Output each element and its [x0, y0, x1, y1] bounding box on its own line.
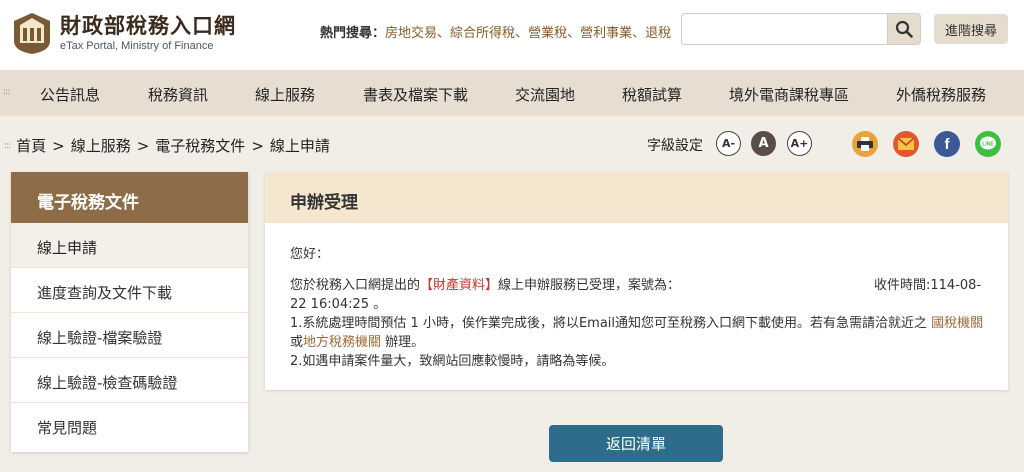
- received-time-continued: 22 16:04:25 。: [290, 297, 387, 312]
- print-button[interactable]: [852, 131, 878, 157]
- application-panel: 申辦受理 您好： 您於稅務入口網提出的【財產資料】線上申辦服務已受理，案號為： …: [265, 172, 1008, 390]
- breadcrumb-home[interactable]: 首頁: [16, 135, 46, 156]
- hot-link-refund[interactable]: 退稅: [645, 22, 671, 41]
- property-data-highlight: 【財產資料】: [420, 278, 499, 293]
- font-size-medium-button[interactable]: A: [751, 131, 776, 156]
- processing-note: 1.系統處理時間預估 1 小時，俟作業完成後，將以Email通知您可至稅務入口網…: [290, 316, 984, 331]
- hot-link-business-tax[interactable]: 營業稅: [528, 22, 567, 41]
- hot-search-label: 熱門搜尋：: [320, 26, 386, 41]
- breadcrumb-bar: ::: 首頁 > 線上服務 > 電子稅務文件 > 線上申請 字級設定 A- A …: [0, 116, 1024, 172]
- hot-search: 熱門搜尋： 房地交易 、 綜合所得稅 、 營業稅 、 營利事業 、 退稅: [320, 22, 671, 41]
- panel-body: 您好： 您於稅務入口網提出的【財產資料】線上申辦服務已受理，案號為： 收件時間:…: [265, 223, 1008, 371]
- font-size-label: 字級設定: [647, 138, 703, 154]
- advanced-search-button[interactable]: 進階搜尋: [934, 14, 1008, 44]
- font-size-small-button[interactable]: A-: [716, 131, 741, 156]
- sidebar-item-faq[interactable]: 常見問題: [11, 403, 248, 448]
- nav-item-forum[interactable]: 交流園地: [515, 84, 575, 105]
- back-to-list-button[interactable]: 返回清單: [549, 425, 723, 462]
- breadcrumb-e-documents[interactable]: 電子稅務文件: [155, 135, 245, 156]
- received-time: 收件時間:114-08-: [874, 278, 982, 293]
- panel-title: 申辦受理: [265, 172, 1008, 223]
- local-tax-office-link[interactable]: 地方稅務機關: [303, 335, 381, 350]
- nav-item-tax-info[interactable]: 稅務資訊: [148, 84, 208, 105]
- email-icon: [898, 138, 914, 150]
- hot-link-real-estate[interactable]: 房地交易: [385, 22, 437, 41]
- logo-subtitle: eTax Portal, Ministry of Finance: [60, 40, 214, 52]
- nav-item-online-services[interactable]: 線上服務: [255, 84, 315, 105]
- line-share-button[interactable]: LINE: [975, 131, 1001, 157]
- hot-link-profit-enterprise[interactable]: 營利事業: [580, 22, 632, 41]
- wait-note: 2.如遇申請案件量大，致網站回應較慢時，請略為等候。: [290, 354, 615, 369]
- facebook-icon: f: [944, 135, 950, 153]
- national-tax-office-link[interactable]: 國稅機關: [931, 316, 983, 331]
- logo-title: 財政部稅務入口網: [60, 13, 236, 38]
- sidebar-item-online-apply[interactable]: 線上申請: [11, 223, 248, 268]
- search-button[interactable]: [887, 13, 921, 45]
- main-nav: ::: 公告訊息 稅務資訊 線上服務 書表及檔案下載 交流園地 稅額試算 境外電…: [0, 70, 1024, 116]
- local-tax-note: 或地方稅務機關 辦理。: [290, 335, 425, 350]
- ministry-emblem-icon: [12, 11, 52, 55]
- greeting-text: 您好：: [290, 247, 330, 262]
- nav-item-tax-calculator[interactable]: 稅額試算: [622, 84, 682, 105]
- breadcrumb: ::: 首頁 > 線上服務 > 電子稅務文件 > 線上申請: [4, 135, 330, 156]
- email-button[interactable]: [893, 131, 919, 157]
- print-icon: [857, 137, 873, 151]
- search-input[interactable]: [681, 13, 887, 45]
- nav-item-cross-border-ecommerce[interactable]: 境外電商課稅專區: [729, 84, 849, 105]
- accepted-line: 您於稅務入口網提出的【財產資料】線上申辦服務已受理，案號為： 收件時間:114-…: [290, 278, 982, 293]
- sidebar: 電子稅務文件 線上申請 進度查詢及文件下載 線上驗證-檔案驗證 線上驗證-檢查碼…: [11, 172, 248, 452]
- site-header: 財政部稅務入口網 eTax Portal, Ministry of Financ…: [0, 0, 1024, 70]
- search-icon: [895, 20, 913, 38]
- nav-item-foreigner-tax[interactable]: 外僑稅務服務: [896, 84, 986, 105]
- nav-dots-icon: :::: [3, 87, 10, 97]
- sidebar-title: 電子稅務文件: [11, 172, 248, 223]
- sidebar-item-progress-query[interactable]: 進度查詢及文件下載: [11, 268, 248, 313]
- sidebar-item-checksum-verify[interactable]: 線上驗證-檢查碼驗證: [11, 358, 248, 403]
- site-logo[interactable]: 財政部稅務入口網 eTax Portal, Ministry of Financ…: [12, 8, 244, 58]
- nav-item-announcements[interactable]: 公告訊息: [40, 84, 100, 105]
- sidebar-item-file-verify[interactable]: 線上驗證-檔案驗證: [11, 313, 248, 358]
- line-icon: LINE: [980, 136, 996, 150]
- svg-text:LINE: LINE: [982, 142, 994, 148]
- font-size-large-button[interactable]: A+: [787, 131, 812, 156]
- breadcrumb-online-apply[interactable]: 線上申請: [270, 135, 330, 156]
- hot-link-income-tax[interactable]: 綜合所得稅: [450, 22, 515, 41]
- breadcrumb-online-services[interactable]: 線上服務: [71, 135, 131, 156]
- nav-item-forms-download[interactable]: 書表及檔案下載: [363, 84, 468, 105]
- facebook-share-button[interactable]: f: [934, 131, 960, 157]
- breadcrumb-dots-icon: :::: [4, 140, 11, 151]
